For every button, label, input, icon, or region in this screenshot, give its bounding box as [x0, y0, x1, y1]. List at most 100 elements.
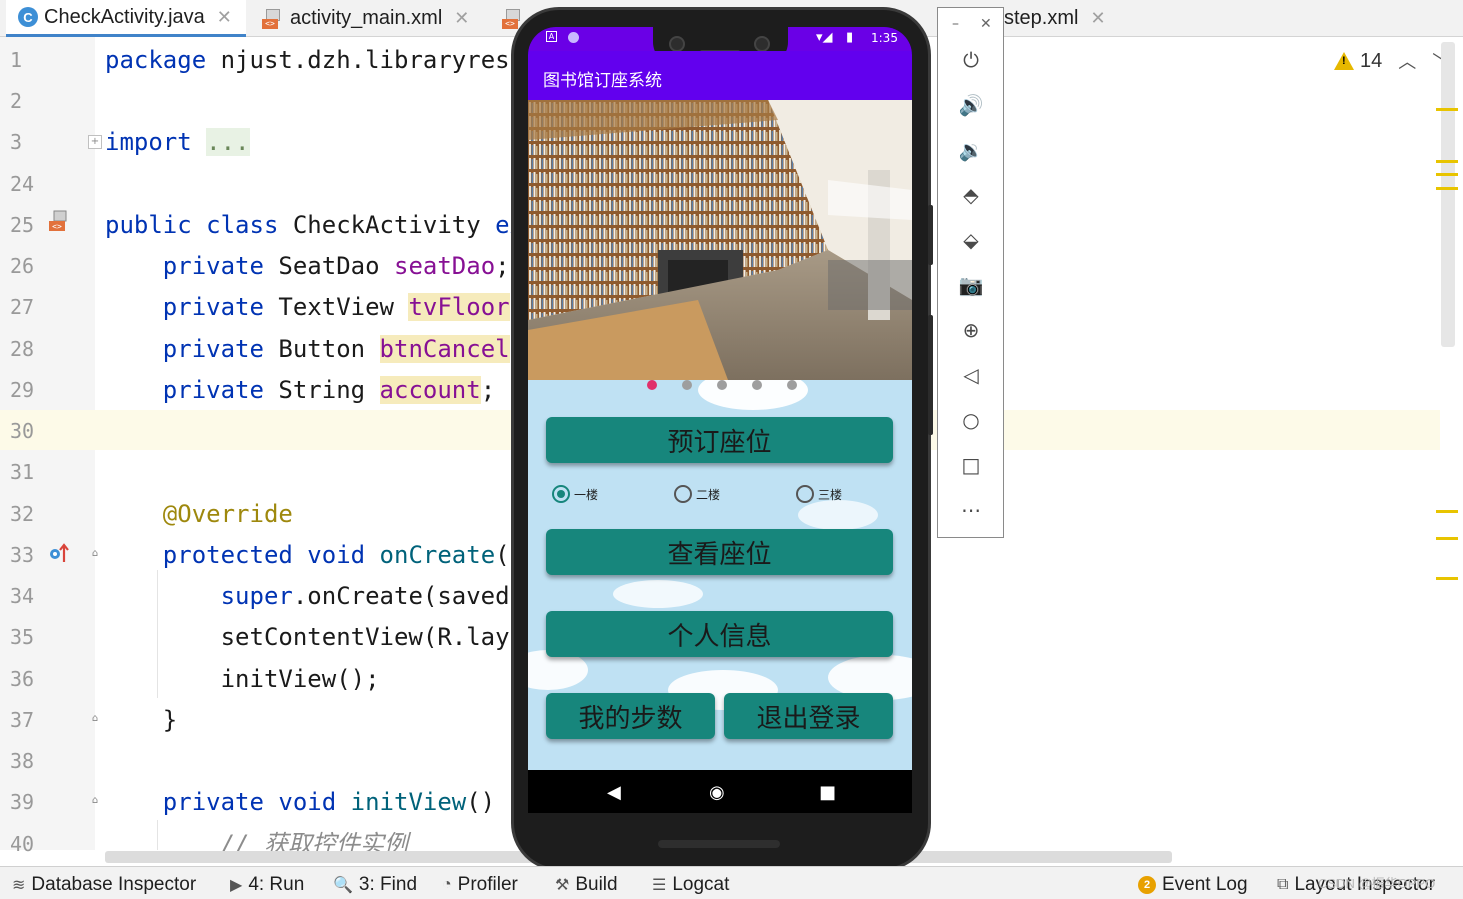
warning-stripe[interactable] [1436, 577, 1458, 580]
event-count-badge: 2 [1138, 876, 1156, 894]
warning-stripe[interactable] [1436, 537, 1458, 540]
close-icon[interactable]: ✕ [454, 8, 469, 29]
status-time: 1:35 [871, 31, 898, 45]
line-number: 1 [10, 48, 23, 72]
close-icon[interactable]: ✕ [980, 16, 992, 32]
zoom-icon[interactable]: ⊕ [957, 316, 985, 344]
code-line-25: public class CheckActivity ex [105, 211, 525, 239]
my-steps-button[interactable]: 我的步数 [546, 693, 715, 739]
logcat-icon: ☰ [652, 877, 667, 894]
carousel-dot[interactable] [647, 380, 657, 390]
override-icon[interactable] [48, 542, 70, 564]
view-seat-button[interactable]: 查看座位 [546, 529, 893, 575]
logcat-button[interactable]: ☰ Logcat [652, 874, 729, 896]
carousel-dot[interactable] [682, 380, 692, 390]
line-number: 38 [10, 749, 35, 773]
line-number: 29 [10, 378, 35, 402]
code-line-34: super.onCreate(savedI [220, 582, 525, 610]
carousel-dot[interactable] [787, 380, 797, 390]
overview-icon[interactable]: ■ [819, 782, 836, 803]
floor-label: 一楼 [574, 487, 599, 502]
carousel-dot[interactable] [752, 380, 762, 390]
find-button[interactable]: 🔍 3: Find [333, 874, 417, 896]
warning-stripe[interactable] [1436, 510, 1458, 513]
chevron-up-icon[interactable]: ︿ [1398, 48, 1416, 74]
overview-icon[interactable]: □ [957, 451, 985, 479]
radio-checked-icon [552, 485, 570, 503]
android-nav-bar: ◀ ◉ ■ [528, 770, 912, 813]
line-number: 37 [10, 708, 35, 732]
warning-icon: ! [1334, 52, 1354, 70]
library-banner-image[interactable] [528, 100, 912, 380]
warning-stripe[interactable] [1436, 108, 1458, 111]
back-icon[interactable]: ◀ [607, 782, 621, 803]
run-icon: ▶ [230, 877, 243, 894]
profiler-button[interactable]: ◔ Profiler [442, 874, 518, 896]
camera-icon[interactable]: 📷 [957, 271, 985, 299]
rotate-right-icon[interactable]: ⬙ [957, 226, 985, 254]
code-line-1: package njust.dzh.libraryrese [105, 46, 525, 74]
volume-down-icon[interactable]: 🔉 [957, 136, 985, 164]
bottom-label: Database Inspector [31, 874, 197, 895]
line-number: 34 [10, 584, 35, 608]
floor-radio-3[interactable]: 三楼 [796, 485, 842, 503]
svg-text:<>: <> [52, 222, 62, 231]
carousel-dot[interactable] [717, 380, 727, 390]
build-button[interactable]: ⚒ Build [555, 874, 618, 896]
tab-activity-main-xml[interactable]: <> activity_main.xml ✕ [262, 0, 487, 37]
back-icon[interactable]: ◁ [957, 361, 985, 389]
fold-toggle-icon[interactable]: ⌂ [88, 548, 102, 562]
floor-label: 三楼 [818, 487, 843, 502]
logout-button[interactable]: 退出登录 [724, 693, 893, 739]
phone-chin-speaker [658, 840, 780, 848]
line-number: 35 [10, 625, 35, 649]
rotate-left-icon[interactable]: ⬘ [957, 181, 985, 209]
fold-toggle-icon[interactable]: + [88, 135, 102, 149]
fold-toggle-icon[interactable]: ⌂ [88, 795, 102, 809]
code-line-39: private void initView() { [162, 788, 525, 816]
layout-file-icon[interactable]: <> [48, 210, 70, 232]
run-button[interactable]: ▶ 4: Run [230, 874, 304, 896]
vertical-scrollbar[interactable] [1441, 42, 1455, 347]
home-icon[interactable]: ◉ [709, 782, 725, 803]
menu-content: 预订座位 一楼 二楼 三楼 查看座位 个人信息 我的步数 退出登录 [528, 380, 912, 770]
close-icon[interactable]: ✕ [217, 7, 232, 28]
floor-radio-2[interactable]: 二楼 [674, 485, 720, 503]
database-inspector-button[interactable]: ≋ Database Inspector [12, 874, 196, 896]
reserve-seat-button[interactable]: 预订座位 [546, 417, 893, 463]
power-button [928, 205, 933, 265]
front-camera [669, 36, 685, 52]
wifi-icon: ▾◢ [816, 30, 833, 45]
warning-stripe[interactable] [1436, 187, 1458, 190]
app-bar: 图书馆订座系统 [528, 51, 912, 100]
profile-button[interactable]: 个人信息 [546, 611, 893, 657]
warning-stripe[interactable] [1436, 160, 1458, 163]
warning-count: 14 [1360, 49, 1383, 72]
home-icon[interactable]: ○ [957, 406, 985, 434]
bottom-label: Event Log [1162, 874, 1248, 895]
line-number: 26 [10, 254, 35, 278]
warning-stripe[interactable] [1436, 173, 1458, 176]
sync-icon [568, 32, 579, 43]
event-log-button[interactable]: 2 Event Log [1138, 874, 1248, 896]
code-line-32: @Override [162, 500, 293, 528]
code-line-29: private String account; [162, 376, 496, 404]
floor-radio-1[interactable]: 一楼 [552, 485, 598, 503]
bottom-label: Profiler [457, 874, 518, 895]
fold-toggle-icon[interactable]: ⌂ [88, 713, 102, 727]
minimize-icon[interactable]: – [952, 16, 959, 32]
line-number: 40 [10, 832, 35, 856]
tab-label: activity_main.xml [290, 7, 443, 29]
line-number: 31 [10, 460, 35, 484]
power-icon[interactable]: ⏻ [957, 46, 985, 74]
code-line-36: initView(); [105, 665, 380, 693]
inspection-widget[interactable]: ! 14 ︿ ﹀ [1334, 48, 1450, 74]
more-icon[interactable]: ⋯ [957, 496, 985, 524]
volume-up-icon[interactable]: 🔊 [957, 91, 985, 119]
close-icon[interactable]: ✕ [1090, 8, 1105, 29]
tool-window-bar: ≋ Database Inspector ▶ 4: Run 🔍 3: Find … [0, 866, 1463, 899]
tab-checkactivity-java[interactable]: C CheckActivity.java ✕ [6, 0, 246, 37]
tab-step-xml[interactable]: step.xml ✕ [1004, 0, 1134, 37]
java-class-icon: C [18, 7, 38, 27]
code-line-37: } [105, 706, 178, 734]
